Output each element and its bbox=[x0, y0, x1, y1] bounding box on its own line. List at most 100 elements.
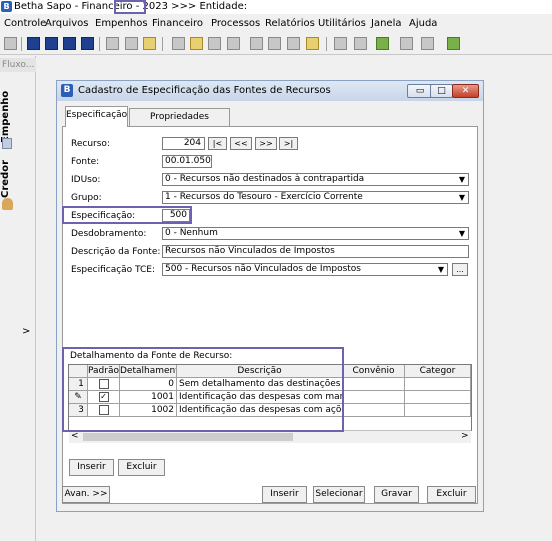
betha-logo-icon: B bbox=[1, 1, 12, 12]
desdobramento-label: Desdobramento: bbox=[71, 229, 147, 239]
menu-relatorios[interactable]: Relatórios bbox=[265, 15, 315, 32]
selecionar-button[interactable]: Selecionar bbox=[313, 486, 365, 503]
desdobramento-value: 0 - Nenhum bbox=[165, 228, 218, 238]
convenio-cell[interactable] bbox=[343, 404, 405, 417]
dialog-title: Cadastro de Especificação das Fontes de … bbox=[78, 85, 331, 96]
toolbar bbox=[0, 33, 552, 55]
grupo-select[interactable]: 1 - Recursos do Tesouro - Exercício Corr… bbox=[162, 191, 469, 204]
inserir-button[interactable]: Inserir bbox=[262, 486, 307, 503]
dropdown-arrow-icon[interactable]: ▼ bbox=[456, 228, 468, 239]
maximize-button[interactable]: □ bbox=[430, 84, 453, 98]
excluir-button[interactable]: Excluir bbox=[427, 486, 476, 503]
toolbar-document-icon[interactable] bbox=[172, 37, 185, 50]
toolbar-separator bbox=[162, 37, 163, 51]
col-categoria[interactable]: Categor bbox=[405, 365, 471, 378]
grid-delete-button[interactable]: Excluir bbox=[118, 459, 165, 476]
descricao-fonte-label: Descrição da Fonte: bbox=[71, 247, 161, 257]
toolbar-grid-icon[interactable] bbox=[400, 37, 413, 50]
toolbar-separator bbox=[326, 37, 327, 51]
toolbar-calculator-icon[interactable] bbox=[421, 37, 434, 50]
menu-arquivos[interactable]: Arquivos bbox=[45, 15, 89, 32]
toolbar-document-icon[interactable] bbox=[208, 37, 221, 50]
grid-insert-button[interactable]: Inserir bbox=[69, 459, 114, 476]
empenho-doc-icon bbox=[2, 138, 12, 149]
toolbar-network-icon[interactable] bbox=[106, 37, 119, 50]
toolbar-document-icon[interactable] bbox=[287, 37, 300, 50]
convenio-cell[interactable] bbox=[343, 378, 405, 391]
recurso-label: Recurso: bbox=[71, 139, 110, 149]
scrollbar-thumb[interactable] bbox=[83, 433, 293, 441]
iduso-value: 0 - Recursos não destinados à contrapart… bbox=[165, 174, 365, 184]
toolbar-person-icon[interactable] bbox=[143, 37, 156, 50]
especificacao-tce-select[interactable]: 500 - Recursos não Vinculados de Imposto… bbox=[162, 263, 448, 276]
toolbar-list-icon[interactable] bbox=[45, 37, 58, 50]
especificacao-tce-lookup-button[interactable]: ... bbox=[452, 263, 468, 276]
toolbar-document-icon[interactable] bbox=[250, 37, 263, 50]
toolbar-globe-icon[interactable] bbox=[354, 37, 367, 50]
year-highlight bbox=[114, 0, 146, 14]
categoria-cell[interactable] bbox=[405, 404, 471, 417]
toolbar-window-icon[interactable] bbox=[27, 37, 40, 50]
nav-next-button[interactable]: >> bbox=[255, 137, 277, 150]
avancar-button[interactable]: Avan. >> bbox=[62, 486, 110, 503]
dropdown-arrow-icon[interactable]: ▼ bbox=[456, 174, 468, 185]
tab-especificacao[interactable]: Especificação bbox=[65, 106, 128, 127]
toolbar-exit-icon[interactable] bbox=[447, 37, 460, 50]
grid-highlight bbox=[62, 347, 344, 432]
year-value: 2023 bbox=[142, 1, 168, 12]
menu-utilitarios[interactable]: Utilitários bbox=[318, 15, 366, 32]
menu-bar: Controle Arquivos Empenhos Financeiro Pr… bbox=[0, 15, 552, 32]
gravar-button[interactable]: Gravar bbox=[374, 486, 419, 503]
tab-propriedades-adicionais[interactable]: Propriedades Adicionais bbox=[129, 108, 230, 139]
menu-processos[interactable]: Processos bbox=[211, 15, 260, 32]
categoria-cell[interactable] bbox=[405, 378, 471, 391]
nav-prev-button[interactable]: << bbox=[230, 137, 252, 150]
col-convenio[interactable]: Convênio bbox=[343, 365, 405, 378]
toolbar-chart-icon[interactable] bbox=[376, 37, 389, 50]
credor-person-icon bbox=[2, 198, 13, 210]
menu-controle[interactable]: Controle bbox=[4, 15, 46, 32]
descricao-fonte-input[interactable]: Recursos não Vinculados de Impostos bbox=[162, 245, 469, 258]
expand-arrow-icon[interactable]: > bbox=[22, 326, 30, 337]
toolbar-report-icon[interactable] bbox=[227, 37, 240, 50]
convenio-cell[interactable] bbox=[343, 391, 405, 404]
dialog-app-icon: B bbox=[61, 84, 73, 97]
menu-financeiro[interactable]: Financeiro bbox=[152, 15, 203, 32]
menu-janela[interactable]: Janela bbox=[371, 15, 401, 32]
fluxo-panel-header[interactable]: Fluxo... bbox=[0, 58, 36, 72]
especificacao-highlight bbox=[62, 206, 192, 224]
iduso-label: IDUso: bbox=[71, 175, 101, 185]
dropdown-arrow-icon[interactable]: ▼ bbox=[456, 192, 468, 203]
toolbar-separator bbox=[21, 37, 22, 51]
menu-empenhos[interactable]: Empenhos bbox=[95, 15, 148, 32]
iduso-select[interactable]: 0 - Recursos não destinados à contrapart… bbox=[162, 173, 469, 186]
left-side-panel: Empenho Credor bbox=[0, 56, 36, 541]
close-button[interactable]: ✕ bbox=[452, 84, 479, 98]
toolbar-separator bbox=[99, 37, 100, 51]
toolbar-bank-icon[interactable] bbox=[306, 37, 319, 50]
nav-last-button[interactable]: >| bbox=[279, 137, 298, 150]
dialog-title-bar: B Cadastro de Especificação das Fontes d… bbox=[57, 81, 483, 101]
desdobramento-select[interactable]: 0 - Nenhum ▼ bbox=[162, 227, 469, 240]
fonte-label: Fonte: bbox=[71, 157, 100, 167]
fonte-input[interactable]: 00.01.0500 bbox=[162, 155, 212, 168]
grupo-value: 1 - Recursos do Tesouro - Exercício Corr… bbox=[165, 192, 363, 202]
toolbar-document-icon[interactable] bbox=[268, 37, 281, 50]
scroll-right-arrow-icon[interactable]: > bbox=[461, 431, 469, 441]
scroll-left-arrow-icon[interactable]: < bbox=[71, 431, 79, 441]
grupo-label: Grupo: bbox=[71, 193, 102, 203]
tab-credor[interactable]: Credor bbox=[0, 154, 16, 204]
especificacao-tce-label: Especificação TCE: bbox=[71, 265, 156, 275]
recurso-input[interactable]: 204 bbox=[162, 137, 205, 150]
toolbar-save-icon[interactable] bbox=[81, 37, 94, 50]
dropdown-arrow-icon[interactable]: ▼ bbox=[435, 264, 447, 275]
toolbar-user-icon[interactable] bbox=[125, 37, 138, 50]
toolbar-print-icon[interactable] bbox=[4, 37, 17, 50]
menu-ajuda[interactable]: Ajuda bbox=[409, 15, 437, 32]
toolbar-search-icon[interactable] bbox=[63, 37, 76, 50]
toolbar-document-icon[interactable] bbox=[334, 37, 347, 50]
app-title-bar: B Betha Sapo - Financeiro - 2023 >>> Ent… bbox=[0, 0, 552, 14]
toolbar-folder-icon[interactable] bbox=[190, 37, 203, 50]
categoria-cell[interactable] bbox=[405, 391, 471, 404]
nav-first-button[interactable]: |< bbox=[208, 137, 227, 150]
